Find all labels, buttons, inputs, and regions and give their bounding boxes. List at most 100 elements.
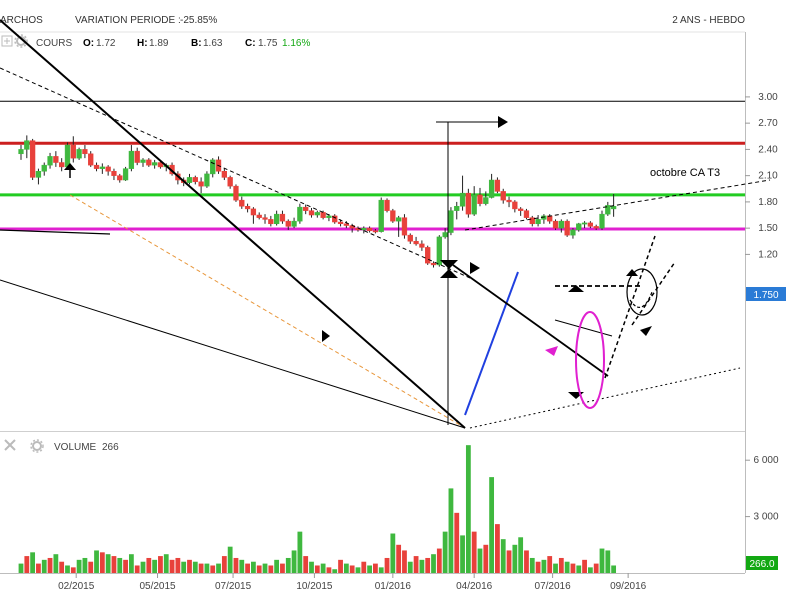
- candle: [99, 163, 105, 174]
- candle-body: [610, 206, 617, 210]
- volume-bar: [221, 556, 227, 573]
- high-label: H:: [137, 38, 148, 49]
- candle-body: [204, 173, 210, 187]
- volume-bar: [465, 445, 471, 573]
- candle-body: [273, 213, 280, 225]
- candle: [105, 165, 111, 176]
- volume-bar: [88, 561, 94, 573]
- volume-bar: [239, 559, 245, 573]
- candle: [378, 197, 384, 233]
- zoom-icon[interactable]: [1, 35, 13, 47]
- candle: [343, 221, 350, 229]
- candle: [581, 221, 588, 229]
- volume-bar: [367, 565, 372, 573]
- candle: [425, 245, 431, 265]
- candle: [506, 196, 512, 208]
- volume-bar: [285, 557, 291, 573]
- volume-bar: [309, 561, 314, 573]
- volume-bar: [18, 563, 24, 573]
- candle: [314, 210, 320, 218]
- candle-body: [599, 213, 605, 229]
- magenta-ellipse: [575, 311, 605, 409]
- candle: [361, 226, 367, 234]
- volume-bar: [587, 567, 593, 573]
- candle: [512, 200, 518, 213]
- volume-panel-name: VOLUME: [54, 442, 97, 453]
- candle: [93, 162, 100, 172]
- candle-body: [105, 166, 111, 172]
- price-tick-label: 2.10: [758, 171, 778, 182]
- candle-body: [442, 232, 448, 238]
- candle: [204, 171, 210, 188]
- candle-body: [47, 156, 53, 166]
- volume-bar: [187, 559, 192, 573]
- volume-bar: [355, 567, 361, 573]
- candle: [59, 158, 65, 172]
- candle-body: [372, 230, 379, 233]
- candle: [291, 217, 297, 229]
- volume-bar: [146, 557, 152, 573]
- volume-bar: [158, 556, 163, 573]
- volume-bar: [169, 559, 175, 573]
- top-dashed-channel: [464, 179, 771, 231]
- volume-bar: [378, 567, 384, 573]
- low-label: B:: [191, 38, 202, 49]
- candle-body: [29, 140, 36, 178]
- volume-bar: [570, 563, 576, 573]
- last-price-value: 1.750: [753, 290, 778, 301]
- candle: [250, 207, 257, 224]
- volume-bar: [192, 561, 198, 573]
- time-tick-label: 07/2015: [215, 581, 252, 592]
- volume-bar: [413, 556, 419, 573]
- candle-body: [303, 206, 309, 211]
- candle: [384, 198, 390, 213]
- volume-bar: [99, 552, 105, 573]
- volume-bar: [593, 563, 599, 573]
- time-tick-label: 02/2015: [58, 581, 95, 592]
- volume-bar: [320, 563, 326, 573]
- volume-bar: [140, 561, 146, 573]
- candle-body: [64, 144, 71, 168]
- volume-bar: [338, 559, 343, 573]
- volume-bar: [70, 567, 76, 573]
- volume-bar: [343, 563, 349, 573]
- volume-bar: [128, 554, 134, 573]
- candle-body: [140, 159, 146, 163]
- candle-body: [378, 199, 384, 232]
- candle-body: [488, 179, 495, 198]
- candle: [117, 173, 123, 183]
- candle-body: [268, 219, 274, 225]
- handle-ellipse: [626, 268, 658, 316]
- candle-body: [512, 201, 518, 210]
- candle: [558, 219, 564, 233]
- candle-body: [250, 208, 257, 216]
- volume-bar: [65, 565, 70, 573]
- close-icon[interactable]: [4, 439, 16, 451]
- volume-bar: [36, 563, 41, 573]
- candle-body: [564, 220, 570, 236]
- volume-bar: [402, 550, 407, 573]
- candle-body: [576, 223, 582, 231]
- volume-bar: [268, 565, 274, 573]
- volume-bar: [134, 565, 140, 573]
- gear-icon[interactable]: [30, 439, 44, 453]
- candle-body: [500, 191, 506, 201]
- volume-bar: [24, 556, 30, 573]
- volume-bar: [407, 561, 413, 573]
- volume-bar: [454, 512, 460, 573]
- candle-body: [198, 181, 204, 187]
- candle-body: [285, 220, 291, 227]
- arrow-up-icon: [440, 269, 458, 278]
- volume-bar: [576, 565, 582, 573]
- candle: [76, 147, 82, 160]
- candle: [151, 159, 158, 169]
- candle-body: [430, 262, 437, 266]
- volume-bar: [297, 531, 303, 573]
- candle-body: [221, 171, 227, 178]
- lower-channel-line: [0, 279, 466, 429]
- volume-bar: [419, 559, 425, 573]
- volume-bar: [59, 561, 65, 573]
- volume-bar: [227, 546, 233, 573]
- candle-body: [396, 217, 402, 222]
- candle-body: [337, 221, 344, 225]
